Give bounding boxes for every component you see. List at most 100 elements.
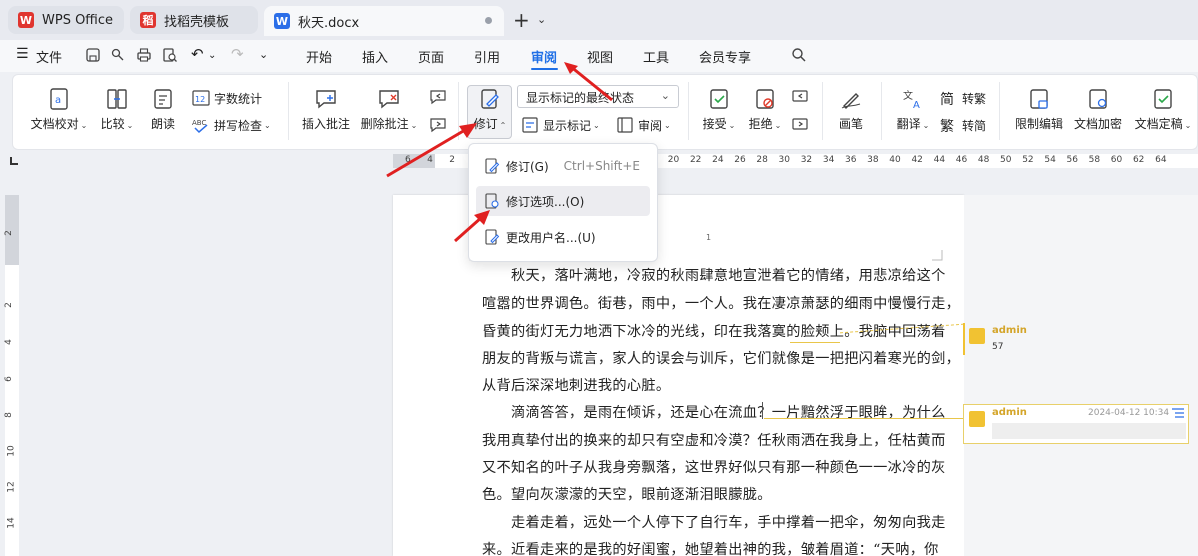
- comment-text[interactable]: 57: [992, 342, 1003, 352]
- menu-item-track-changes[interactable]: 修订(G) Ctrl+Shift+E: [476, 151, 650, 181]
- menu-item-label: 修订选项...(O): [506, 194, 585, 209]
- share-icon[interactable]: [110, 47, 126, 63]
- spell-check-button[interactable]: ABC 拼写检查 ⌄: [192, 116, 271, 134]
- document-text-line[interactable]: 我用真挚付出的换来的却只有空虚和冷漠？任秋雨洒在我身上，任枯黄而: [482, 430, 946, 450]
- tab-stop-selector-icon[interactable]: [10, 157, 18, 165]
- ruler-tick-label: 42: [911, 155, 923, 165]
- menu-item-revision-options[interactable]: 修订选项...(O): [476, 186, 650, 216]
- comment-menu-icon[interactable]: [1170, 407, 1186, 419]
- annotation-arrow-icon: [564, 62, 613, 102]
- chevron-down-icon[interactable]: ⌄: [537, 13, 546, 26]
- tab-membership[interactable]: 会员专享: [699, 47, 751, 66]
- ruler-tick-label: 14: [6, 517, 17, 529]
- chevron-down-icon[interactable]: ⌄: [208, 50, 216, 61]
- lock-document-icon: [1030, 89, 1048, 109]
- finalize-button[interactable]: 文档定稿 ⌄: [1132, 87, 1194, 132]
- save-icon[interactable]: [85, 47, 101, 63]
- next-change-icon[interactable]: [791, 116, 809, 134]
- print-preview-icon[interactable]: [162, 47, 178, 63]
- encrypt-button[interactable]: 文档加密: [1072, 87, 1124, 132]
- show-markup-icon: [522, 117, 538, 133]
- annotation-arrow-icon: [386, 123, 477, 178]
- divider: [688, 82, 689, 140]
- document-text-line[interactable]: 朋友的背叛与谎言，家人的误会与训斥，它们就像是一把把闪着寒光的剑，: [482, 348, 960, 368]
- to-simplified-button[interactable]: 繁 转简: [940, 116, 986, 136]
- divider: [999, 82, 1000, 140]
- avatar: [969, 328, 985, 344]
- search-icon[interactable]: [791, 47, 807, 63]
- translate-button[interactable]: 文A 翻译 ⌄: [893, 87, 933, 132]
- label: 转繁: [962, 91, 987, 106]
- label: 拒绝: [748, 117, 773, 131]
- ruler-tick-label: 4: [3, 339, 14, 345]
- new-tab-plus-icon[interactable]: +: [513, 8, 530, 32]
- tab-tools[interactable]: 工具: [643, 47, 669, 66]
- pen-button[interactable]: 画笔: [836, 87, 866, 132]
- reject-button[interactable]: 拒绝 ⌄: [745, 87, 785, 132]
- tab-wps-office[interactable]: W WPS Office: [8, 6, 124, 34]
- ruler-tick-label: 22: [689, 155, 702, 165]
- insert-comment-button[interactable]: 插入批注: [300, 87, 352, 132]
- chevron-down-icon[interactable]: ⌄: [259, 48, 268, 61]
- ruler-tick-label: 8: [3, 412, 14, 418]
- tab-docer-templates[interactable]: 稻 找稻壳模板: [130, 6, 258, 34]
- tab-document[interactable]: W 秋天.docx: [264, 6, 504, 36]
- tab-insert[interactable]: 插入: [362, 47, 388, 66]
- divider: [881, 82, 882, 140]
- file-menu[interactable]: 文件: [36, 47, 62, 66]
- svg-text:a: a: [55, 95, 61, 106]
- label: 文档加密: [1073, 117, 1122, 131]
- comment-marker: [963, 323, 965, 355]
- tab-page[interactable]: 页面: [418, 47, 444, 66]
- review-pane-button[interactable]: 审阅 ⌄: [616, 116, 671, 134]
- label: 翻译: [896, 117, 921, 131]
- ruler-tick-label: 62: [1132, 155, 1145, 165]
- comment-input[interactable]: [992, 423, 1186, 439]
- comment-pane: [964, 195, 1198, 556]
- document-text-line[interactable]: 来。近看走来的是我的好闺蜜，她望着出神的我，皱着眉道：“天呐，你: [482, 539, 939, 556]
- accept-button[interactable]: 接受 ⌄: [699, 87, 739, 132]
- hamburger-icon[interactable]: ☰: [16, 46, 29, 62]
- label: 插入批注: [301, 117, 350, 131]
- menu-item-label: 更改用户名...(U): [506, 230, 596, 245]
- redo-icon[interactable]: ↷: [231, 45, 244, 63]
- doc-check-button[interactable]: a 文档校对 ⌄: [29, 87, 89, 132]
- ruler-tick-label: 60: [1110, 155, 1123, 165]
- docer-logo-icon: 稻: [140, 12, 156, 28]
- comment-timestamp: 2024-04-12 10:34: [1088, 408, 1170, 418]
- print-icon[interactable]: [136, 47, 152, 63]
- ruler-tick-label: 64: [1155, 155, 1167, 165]
- close-tab-icon[interactable]: [485, 17, 492, 24]
- show-markup-button[interactable]: 显示标记 ⌄: [521, 116, 600, 134]
- document-text-line[interactable]: 秋天，落叶满地，冷寂的秋雨肆意地宣泄着它的情绪，用悲凉给这个: [482, 265, 946, 285]
- tab-label: 秋天.docx: [298, 15, 360, 31]
- delete-comment-icon: [379, 90, 399, 109]
- document-text-line[interactable]: 色。望向灰濛濛的天空，眼前逐渐泪眼朦胧。: [482, 484, 772, 504]
- word-count-button[interactable]: 12 字数统计: [192, 89, 262, 107]
- active-tab-indicator: [531, 68, 558, 70]
- document-text-line[interactable]: 滴滴答答，是雨在倾诉，还是心在流血？一片黯然浮于眼眸，为什么: [482, 402, 946, 422]
- undo-icon[interactable]: ↶: [191, 45, 204, 63]
- previous-comment-icon[interactable]: [429, 88, 447, 106]
- spell-check-icon: ABC: [192, 119, 208, 134]
- compare-button[interactable]: 比较 ⌄: [99, 87, 135, 132]
- title-bar: W WPS Office 稻 找稻壳模板 W 秋天.docx + ⌄: [0, 0, 1198, 40]
- menu-item-change-username[interactable]: 更改用户名...(U): [476, 222, 650, 252]
- tab-references[interactable]: 引用: [474, 47, 500, 66]
- label: 朗读: [150, 117, 175, 131]
- read-aloud-button[interactable]: 朗读: [149, 87, 177, 132]
- previous-change-icon[interactable]: [791, 88, 809, 106]
- document-text-line[interactable]: 又不知名的叶子从我身旁飘落，这世界好似只有那一种颜色一一冰冷的灰: [482, 457, 946, 477]
- restrict-edit-button[interactable]: 限制编辑: [1013, 87, 1065, 132]
- document-text-line[interactable]: 从背后深深地刺进我的心脏。: [482, 375, 670, 395]
- to-traditional-button[interactable]: 简 转繁: [940, 89, 987, 109]
- tab-home[interactable]: 开始: [306, 47, 332, 66]
- wps-logo-icon: W: [18, 12, 34, 28]
- word-count-icon: 12: [192, 90, 210, 106]
- ruler-tick-label: 10: [6, 445, 17, 457]
- document-text-line[interactable]: 走着走着，远处一个人停下了自行车，手中撑着一把伞，匆匆向我走: [482, 512, 946, 532]
- divider: [288, 82, 289, 140]
- comment-leader-line: [934, 418, 964, 419]
- tab-review[interactable]: 审阅: [531, 47, 557, 66]
- document-text-line[interactable]: 喧嚣的世界调色。街巷，雨中，一个人。我在凄凉萧瑟的细雨中慢慢行走，: [482, 293, 960, 313]
